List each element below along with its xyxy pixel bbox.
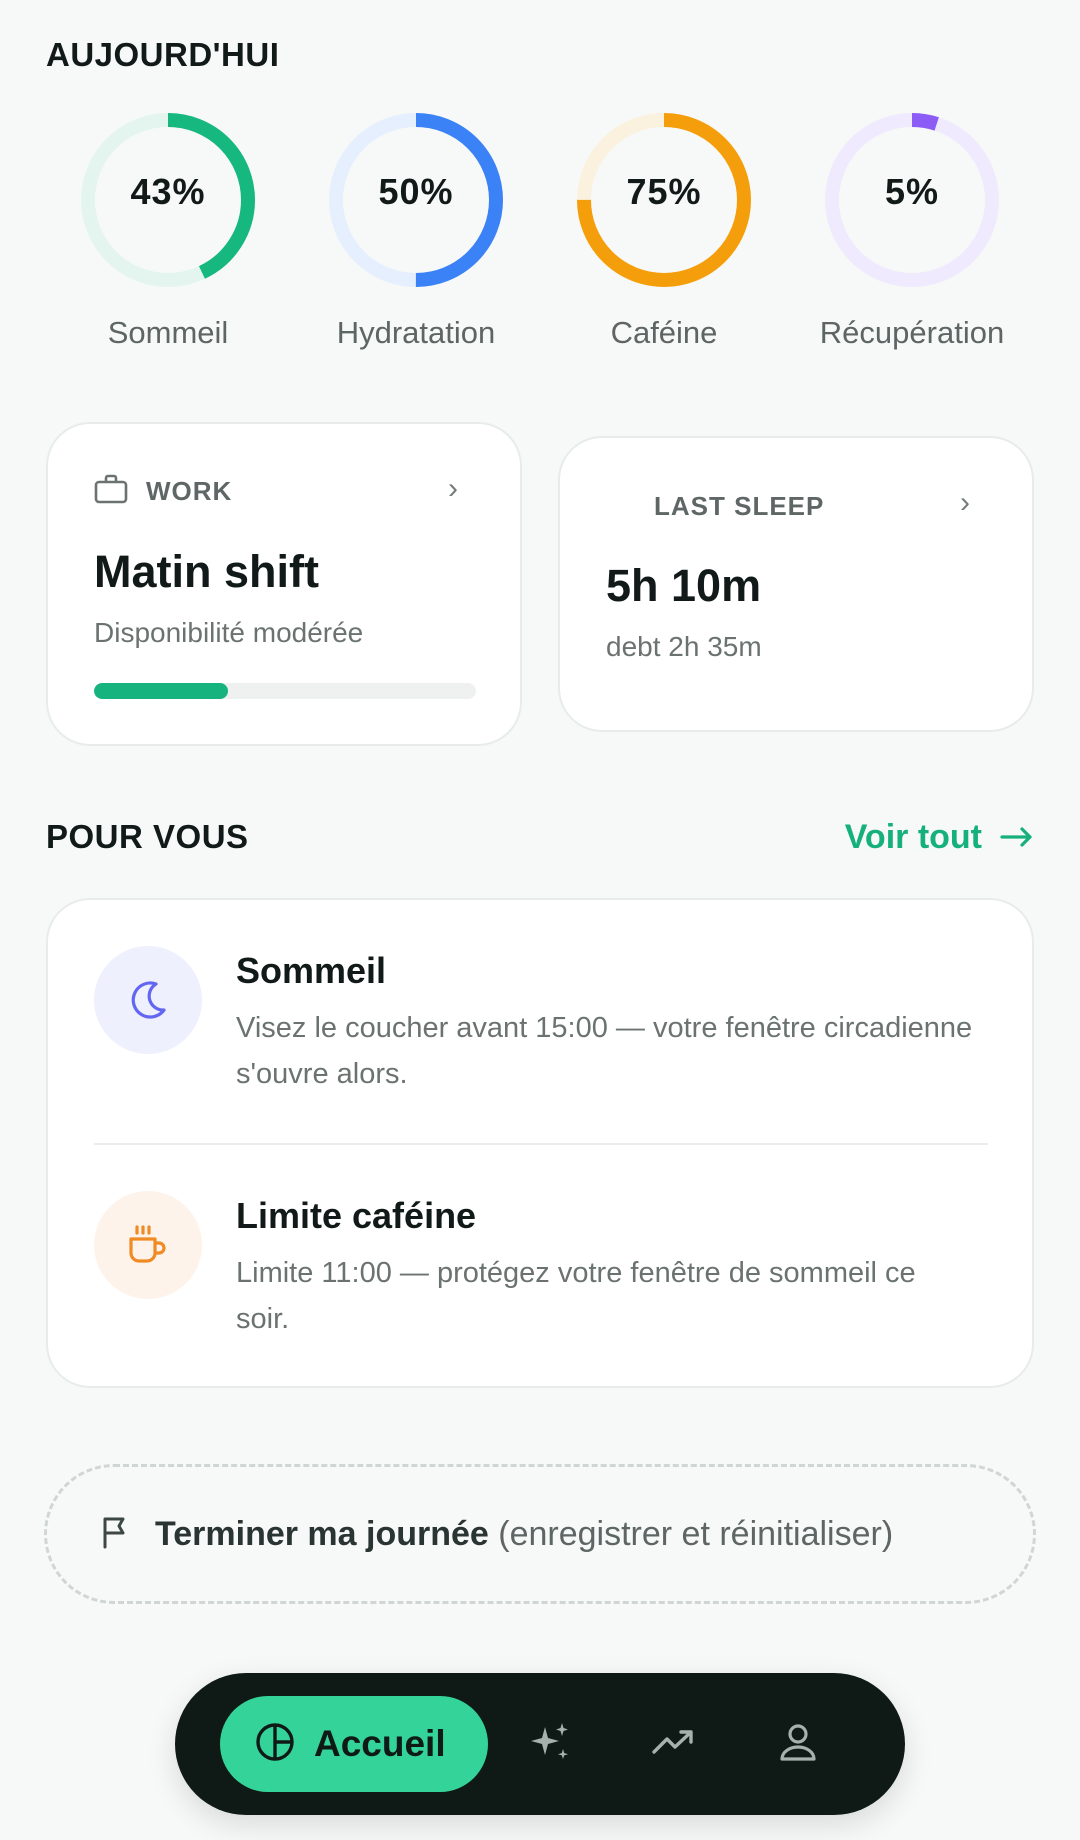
ring-percent: 5%	[884, 171, 940, 212]
ring-percent: 50%	[378, 171, 454, 212]
for-you-title: POUR VOUS	[46, 818, 249, 855]
tip-body: Visez le coucher avant 15:00 — votre fen…	[236, 1012, 973, 1090]
work-card-kicker: WORK	[146, 476, 233, 506]
work-card-header: WORK	[94, 474, 232, 509]
flag-icon	[101, 1515, 133, 1554]
tip-body: Limite 11:00 — protégez votre fenêtre de…	[236, 1257, 916, 1335]
ring-cafeine[interactable]: 75% Caféine	[564, 105, 764, 351]
ring-percent: 75%	[626, 171, 702, 212]
tips-card: Sommeil Visez le coucher avant 15:00 — v…	[46, 898, 1034, 1388]
arrow-right-icon	[1000, 818, 1034, 857]
tip-item-sommeil[interactable]: Sommeil Visez le coucher avant 15:00 — v…	[48, 900, 988, 1140]
trending-icon	[651, 1727, 697, 1762]
work-progress-track	[94, 683, 476, 699]
sleep-card-title: 5h 10m	[606, 560, 762, 611]
chevron-right-icon: ›	[448, 472, 458, 505]
sleep-card-kicker: LAST SLEEP	[654, 491, 825, 521]
nav-item-insights[interactable]	[515, 1709, 585, 1779]
ring-hydratation[interactable]: 50% Hydratation	[316, 105, 516, 351]
ring-label: Hydratation	[336, 315, 496, 350]
sleep-card-subtitle: debt 2h 35m	[606, 631, 762, 662]
end-day-label: Terminer ma journée (enregistrer et réin…	[155, 1515, 893, 1554]
end-day-button[interactable]: Terminer ma journée (enregistrer et réin…	[44, 1464, 1036, 1604]
moon-icon	[606, 488, 636, 525]
nav-item-accueil[interactable]: Accueil	[220, 1696, 488, 1792]
profile-icon	[778, 1721, 818, 1768]
nav-active-label: Accueil	[314, 1723, 446, 1764]
chevron-right-icon: ›	[960, 486, 970, 519]
ring-recuperation[interactable]: 5% Récupération	[812, 105, 1012, 351]
moon-icon	[94, 946, 202, 1054]
home-icon	[254, 1721, 296, 1768]
nav-item-trends[interactable]	[639, 1709, 709, 1779]
sleep-card-header: LAST SLEEP	[606, 488, 824, 525]
today-title: AUJOURD'HUI	[46, 36, 280, 73]
tip-item-cafeine[interactable]: Limite caféine Limite 11:00 — protégez v…	[48, 1145, 988, 1385]
last-sleep-card[interactable]: LAST SLEEP › 5h 10m debt 2h 35m	[558, 436, 1034, 732]
work-progress-fill	[94, 683, 228, 699]
ring-label: Caféine	[610, 315, 718, 350]
tip-title: Limite caféine	[236, 1195, 477, 1236]
coffee-icon	[94, 1191, 202, 1299]
ring-label: Sommeil	[107, 315, 229, 350]
work-card-subtitle: Disponibilité modérée	[94, 617, 364, 648]
work-card-title: Matin shift	[94, 546, 319, 597]
ring-sommeil[interactable]: 43% Sommeil	[68, 105, 268, 351]
tip-title: Sommeil	[236, 950, 387, 991]
end-day-muted: (enregistrer et réinitialiser)	[498, 1514, 894, 1553]
briefcase-icon	[94, 474, 128, 509]
see-all-label: Voir tout	[844, 818, 982, 856]
ring-label: Récupération	[819, 315, 1005, 350]
bottom-nav: Accueil	[175, 1673, 905, 1815]
work-card[interactable]: WORK › Matin shift Disponibilité modérée	[46, 422, 522, 746]
see-all-link[interactable]: Voir tout	[845, 818, 1034, 857]
today-rings: 43% Sommeil 50% Hydratation 75% Caféine …	[0, 105, 1080, 365]
ring-percent: 43%	[130, 171, 206, 212]
end-day-strong: Terminer ma journée	[155, 1514, 489, 1553]
sparkles-icon	[527, 1719, 573, 1770]
nav-item-profile[interactable]	[763, 1709, 833, 1779]
